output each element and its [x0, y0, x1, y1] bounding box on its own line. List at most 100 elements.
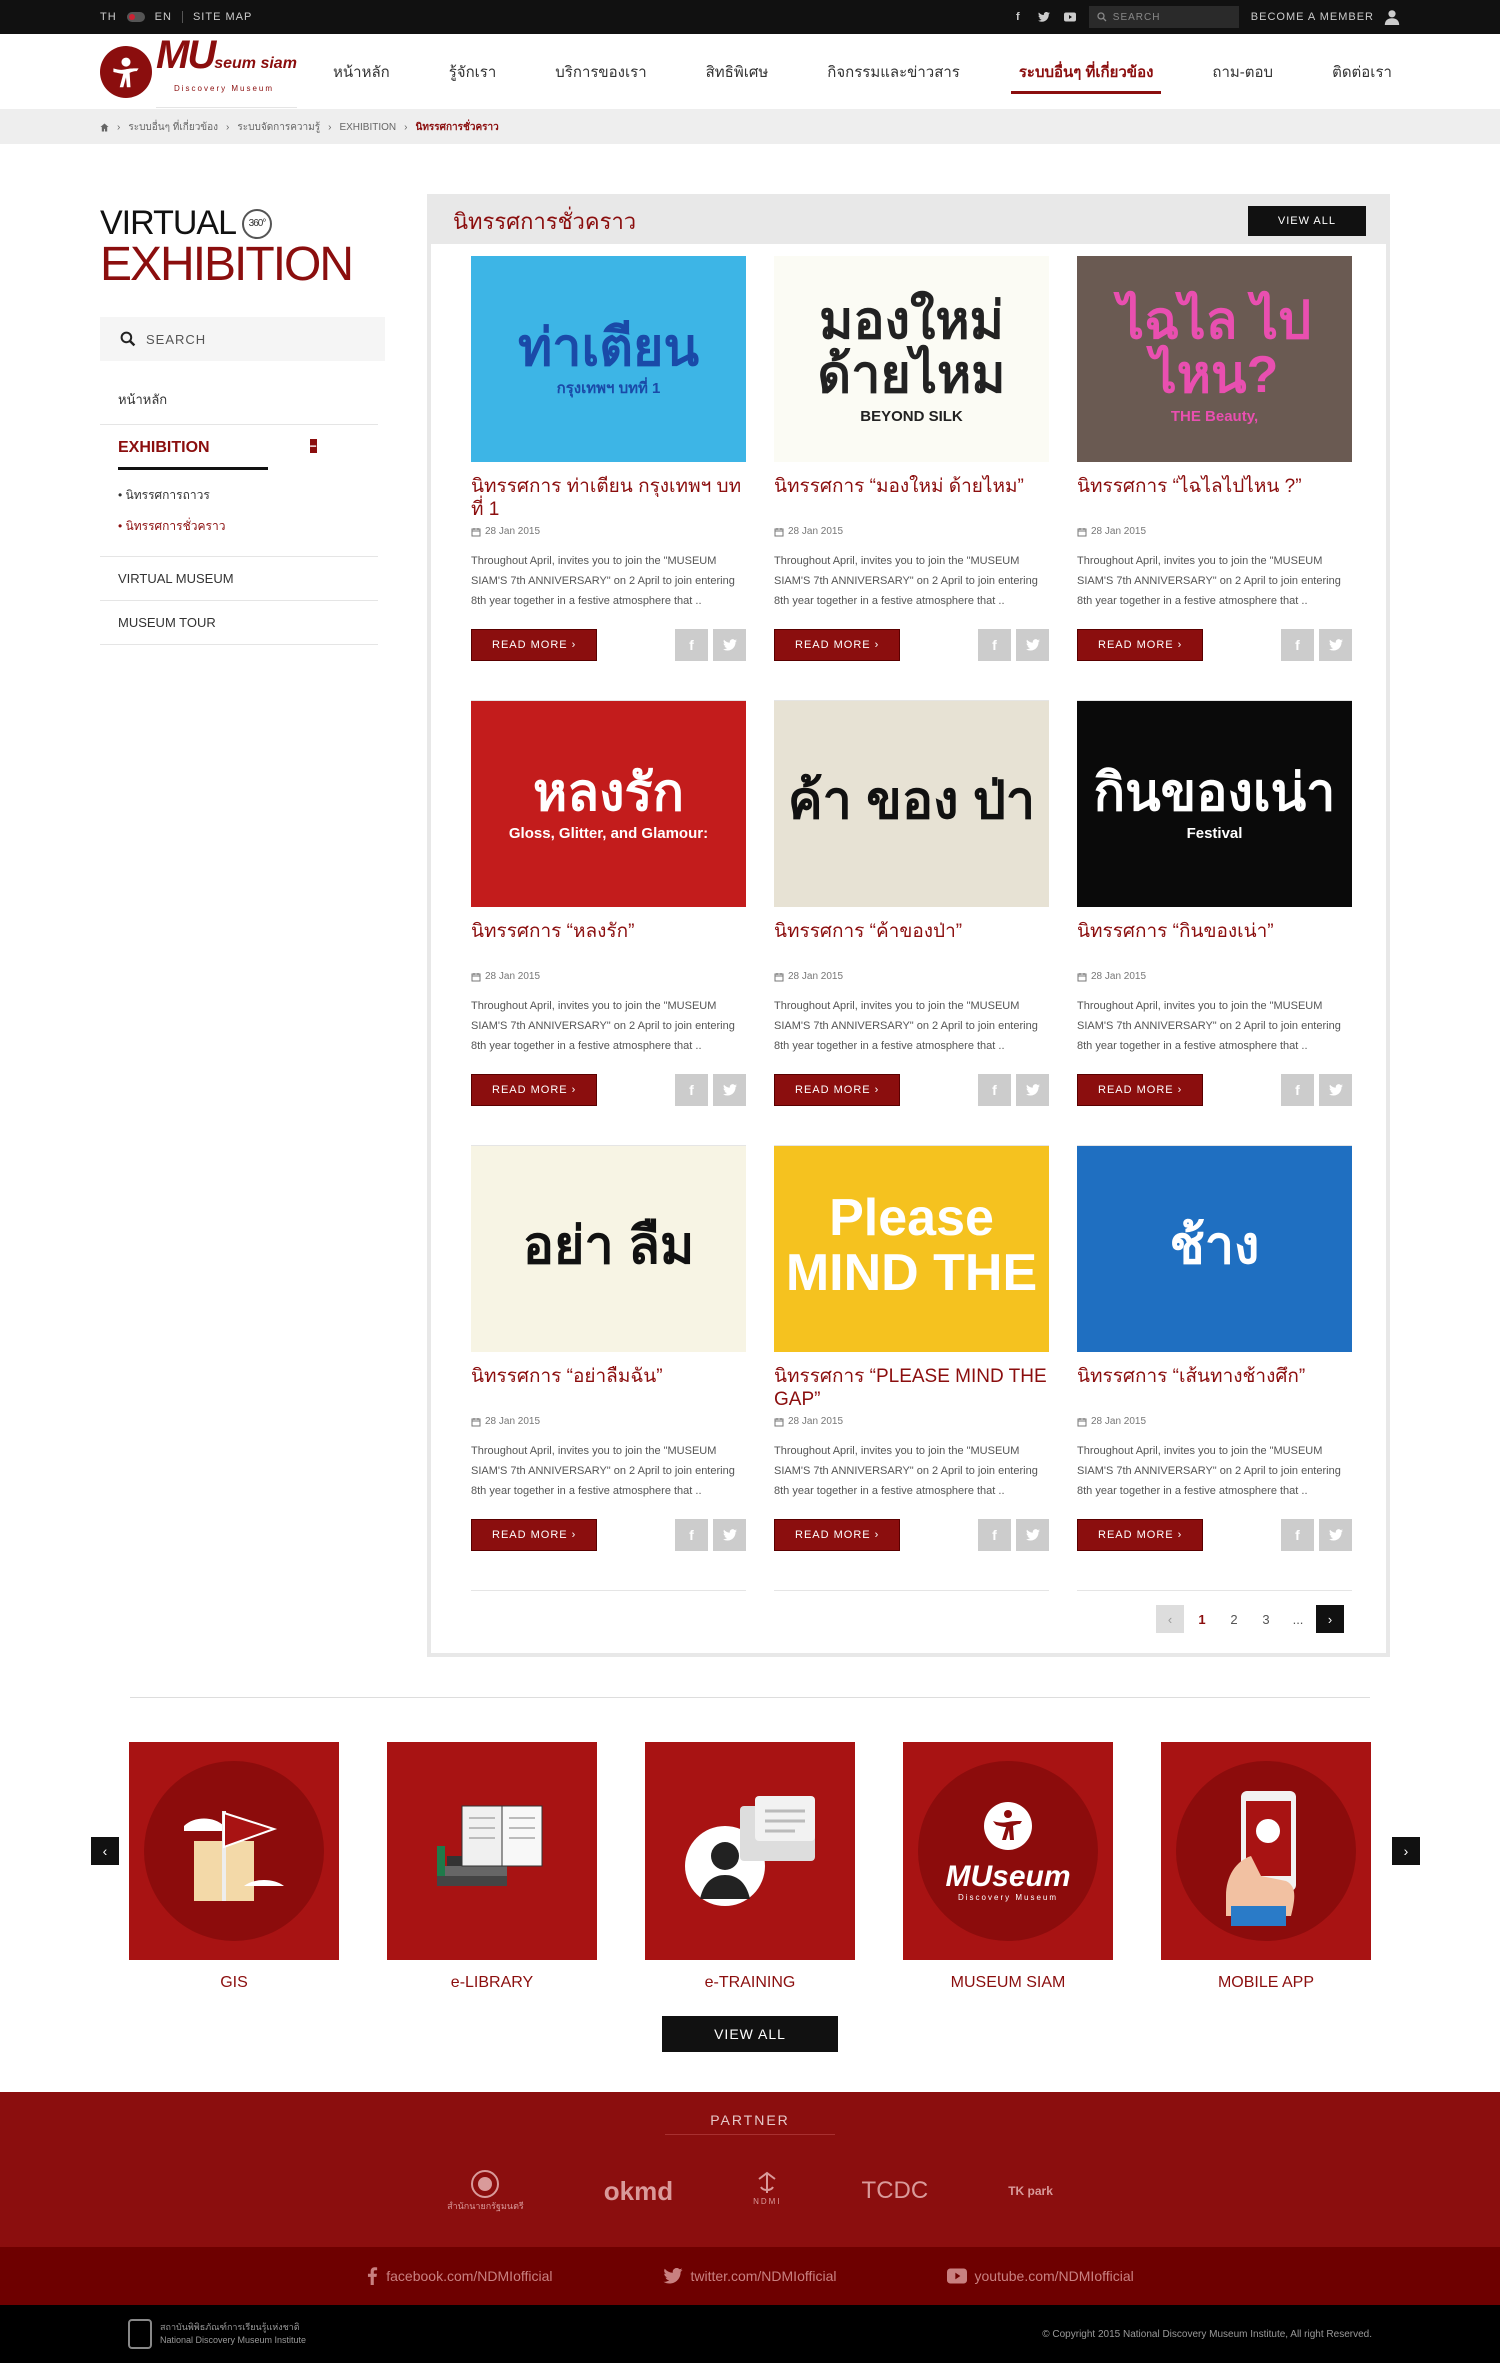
nav-home[interactable]: หน้าหลัก — [325, 36, 398, 108]
partner-logo-opm[interactable]: สำนักนายกรัฐมนตรี — [447, 2169, 524, 2213]
share-twitter-icon[interactable] — [1319, 1519, 1352, 1551]
exhibition-title[interactable]: นิทรรศการ “PLEASE MIND THE GAP” — [774, 1366, 1049, 1414]
share-facebook-icon[interactable]: f — [675, 1519, 708, 1551]
prev-page-button[interactable]: ‹ — [1156, 1605, 1184, 1633]
exhibition-thumbnail[interactable]: หลงรัก Gloss, Glitter, and Glamour: — [471, 701, 746, 907]
breadcrumb-item[interactable]: EXHIBITION — [339, 122, 396, 133]
become-member-link[interactable]: BECOME A MEMBER — [1251, 9, 1400, 25]
share-twitter-icon[interactable] — [1319, 1074, 1352, 1106]
breadcrumb-item[interactable]: ระบบจัดการความรู้ — [237, 120, 320, 135]
exhibition-title[interactable]: นิทรรศการ “หลงรัก” — [471, 921, 746, 969]
share-twitter-icon[interactable] — [1016, 1074, 1049, 1106]
read-more-button[interactable]: READ MORE › — [471, 1519, 598, 1551]
nav-activities[interactable]: กิจกรรมและข่าวสาร — [819, 36, 968, 108]
sidebar-subitem-temporary[interactable]: • นิทรรศการชั่วคราว — [118, 511, 360, 542]
top-search-input[interactable]: SEARCH — [1088, 6, 1239, 28]
carousel-prev-button[interactable]: ‹ — [91, 1837, 119, 1865]
exhibition-thumbnail[interactable]: ค้า ของ ป่า — [774, 701, 1049, 907]
read-more-button[interactable]: READ MORE › — [1077, 1519, 1204, 1551]
facebook-link[interactable]: facebook.com/NDMIofficial — [366, 2267, 553, 2285]
exhibition-title[interactable]: นิทรรศการ “กินของเน่า” — [1077, 921, 1352, 969]
carousel-next-button[interactable]: › — [1392, 1837, 1420, 1865]
partner-logo-tkpark[interactable]: TK park — [1008, 2169, 1053, 2213]
exhibition-thumbnail[interactable]: Please MIND THE — [774, 1146, 1049, 1352]
nav-services[interactable]: บริการของเรา — [547, 36, 654, 108]
read-more-button[interactable]: READ MORE › — [471, 629, 598, 661]
exhibition-thumbnail[interactable]: กินของเน่า Festival — [1077, 701, 1352, 907]
sidebar-item-home[interactable]: หน้าหลัก — [100, 375, 378, 425]
exhibition-title[interactable]: นิทรรศการ “ไฉไลไปไหน ?” — [1077, 476, 1352, 524]
facebook-icon[interactable]: f — [1011, 10, 1025, 24]
phone-icon — [1226, 1791, 1296, 1926]
footer-logo[interactable]: สถาบันพิพิธภัณฑ์การเรียนรู้แห่งชาติ Natio… — [128, 2319, 306, 2349]
exhibition-title[interactable]: นิทรรศการ “ค้าของป่า” — [774, 921, 1049, 969]
twitter-link[interactable]: twitter.com/NDMIofficial — [662, 2268, 837, 2284]
view-all-services-button[interactable]: VIEW ALL — [662, 2016, 838, 2052]
sidebar-search-input[interactable]: SEARCH — [100, 317, 385, 361]
partner-logo-tcdc[interactable]: TCDC — [862, 2169, 929, 2213]
share-facebook-icon[interactable]: f — [1281, 629, 1314, 661]
nav-contact[interactable]: ติดต่อเรา — [1324, 36, 1400, 108]
sitemap-link[interactable]: SITE MAP — [193, 11, 252, 23]
partner-logo-okmd[interactable]: okmd — [604, 2169, 673, 2213]
read-more-button[interactable]: READ MORE › — [1077, 1074, 1204, 1106]
exhibition-title[interactable]: นิทรรศการ “อย่าลืมฉัน” — [471, 1366, 746, 1414]
exhibition-thumbnail[interactable]: ช้าง — [1077, 1146, 1352, 1352]
service-elibrary[interactable]: e-LIBRARY — [387, 1742, 597, 1992]
share-facebook-icon[interactable]: f — [675, 1074, 708, 1106]
youtube-icon[interactable] — [1063, 10, 1077, 24]
share-facebook-icon[interactable]: f — [978, 1519, 1011, 1551]
share-facebook-icon[interactable]: f — [978, 629, 1011, 661]
sidebar-item-virtual-museum[interactable]: VIRTUAL MUSEUM — [100, 557, 378, 601]
exhibition-thumbnail[interactable]: ไฉไล ไปไหน? THE Beauty, — [1077, 256, 1352, 462]
share-facebook-icon[interactable]: f — [1281, 1074, 1314, 1106]
logo-mark-icon — [100, 45, 152, 98]
nav-privileges[interactable]: สิทธิพิเศษ — [698, 36, 777, 108]
exhibition-title[interactable]: นิทรรศการ “เส้นทางช้างศึก” — [1077, 1366, 1352, 1414]
nav-faq[interactable]: ถาม-ตอบ — [1204, 36, 1281, 108]
service-etraining[interactable]: e-TRAINING — [645, 1742, 855, 1992]
sidebar-item-exhibition[interactable]: EXHIBITION − — [118, 435, 317, 470]
twitter-icon[interactable] — [1037, 10, 1051, 24]
share-facebook-icon[interactable]: f — [675, 629, 708, 661]
page-link[interactable]: 3 — [1252, 1605, 1280, 1633]
breadcrumb-item[interactable]: ระบบอื่นๆ ที่เกี่ยวข้อง — [128, 120, 218, 135]
service-gis[interactable]: GIS — [129, 1742, 339, 1992]
sidebar-item-museum-tour[interactable]: MUSEUM TOUR — [100, 601, 378, 645]
exhibition-thumbnail[interactable]: มองใหม่ ด้ายไหม BEYOND SILK — [774, 256, 1049, 462]
read-more-button[interactable]: READ MORE › — [774, 1074, 901, 1106]
share-twitter-icon[interactable] — [1016, 629, 1049, 661]
youtube-link[interactable]: youtube.com/NDMIofficial — [946, 2268, 1134, 2284]
lang-th[interactable]: TH — [100, 11, 117, 23]
share-twitter-icon[interactable] — [713, 1519, 746, 1551]
exhibition-thumbnail[interactable]: ท่าเตียน กรุงเทพฯ บทที่ 1 — [471, 256, 746, 462]
read-more-button[interactable]: READ MORE › — [774, 1519, 901, 1551]
partner-logo-ndmi[interactable]: NDMI — [753, 2169, 781, 2213]
next-page-button[interactable]: › — [1316, 1605, 1344, 1633]
sidebar-subitem-permanent[interactable]: • นิทรรศการถาวร — [118, 480, 360, 511]
share-facebook-icon[interactable]: f — [1281, 1519, 1314, 1551]
view-all-button[interactable]: VIEW ALL — [1247, 206, 1366, 236]
share-twitter-icon[interactable] — [1016, 1519, 1049, 1551]
page-link[interactable]: 1 — [1188, 1605, 1216, 1633]
collapse-icon[interactable]: − — [309, 439, 317, 453]
page-link[interactable]: 2 — [1220, 1605, 1248, 1633]
nav-related-systems[interactable]: ระบบอื่นๆ ที่เกี่ยวข้อง — [1010, 36, 1162, 108]
share-twitter-icon[interactable] — [713, 1074, 746, 1106]
share-twitter-icon[interactable] — [713, 629, 746, 661]
lang-toggle[interactable] — [126, 12, 145, 22]
site-logo[interactable]: MUseum siam Discovery Museum — [100, 35, 305, 108]
home-icon[interactable] — [100, 122, 109, 132]
read-more-button[interactable]: READ MORE › — [1077, 629, 1204, 661]
read-more-button[interactable]: READ MORE › — [774, 629, 901, 661]
exhibition-thumbnail[interactable]: อย่า ลืม — [471, 1146, 746, 1352]
share-facebook-icon[interactable]: f — [978, 1074, 1011, 1106]
read-more-button[interactable]: READ MORE › — [471, 1074, 598, 1106]
exhibition-title[interactable]: นิทรรศการ “มองใหม่ ด้ายไหม” — [774, 476, 1049, 524]
share-twitter-icon[interactable] — [1319, 629, 1352, 661]
nav-about[interactable]: รู้จักเรา — [441, 36, 505, 108]
service-museum-siam[interactable]: MUseum Discovery Museum MUSEUM SIAM — [903, 1742, 1113, 1992]
exhibition-title[interactable]: นิทรรศการ ท่าเตียน กรุงเทพฯ บทที่ 1 — [471, 476, 746, 524]
lang-en[interactable]: EN — [155, 11, 172, 23]
service-mobile-app[interactable]: MOBILE APP — [1161, 1742, 1371, 1992]
